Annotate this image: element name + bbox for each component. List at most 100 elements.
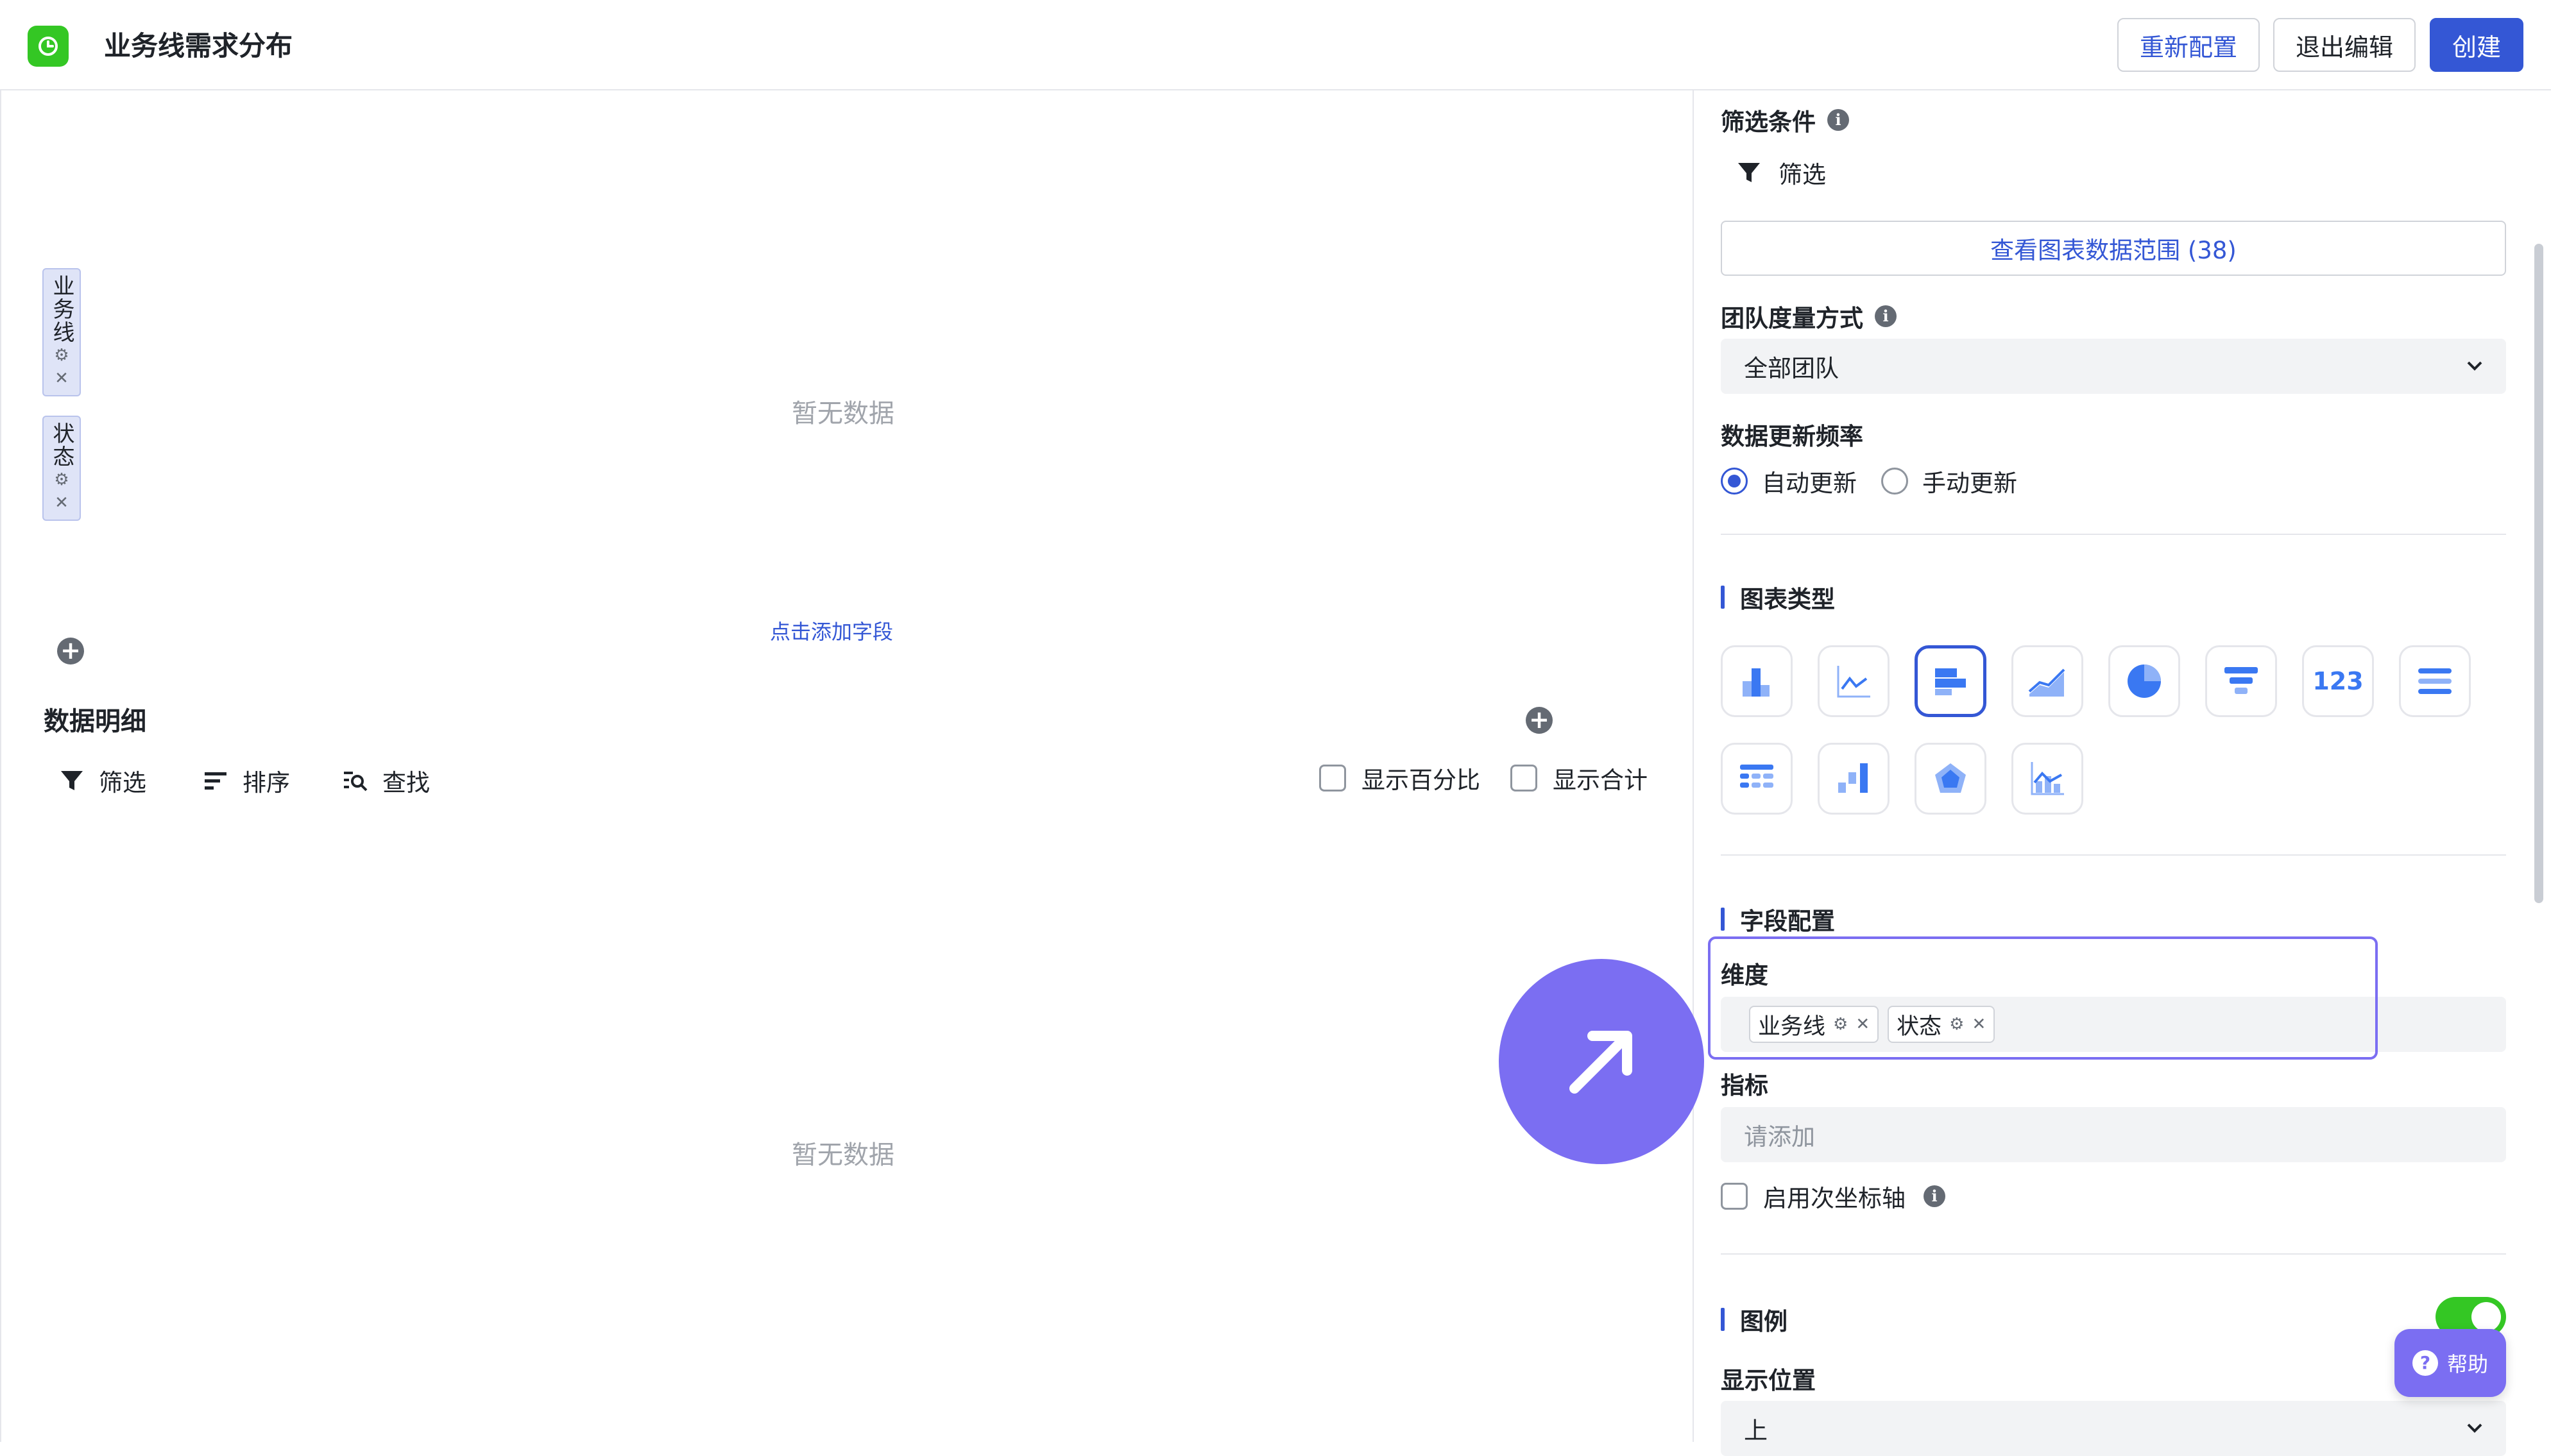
- combo-chart-icon[interactable]: [2011, 743, 2083, 815]
- secondary-axis-label: 启用次坐标轴: [1763, 1185, 1906, 1212]
- manual-update-label: 手动更新: [1922, 470, 2017, 497]
- create-button[interactable]: 创建: [2430, 18, 2523, 72]
- horizontal-bar-chart-icon[interactable]: [1915, 645, 1986, 717]
- team-metric-select[interactable]: 全部团队: [1721, 339, 2506, 394]
- show-total-label: 显示合计: [1553, 766, 1648, 794]
- section-marker: [1721, 908, 1725, 931]
- manual-update-radio[interactable]: 手动更新: [1881, 464, 2017, 498]
- tag-label: 业务线: [1758, 1013, 1826, 1040]
- team-metric-label: 团队度量方式 i: [1721, 299, 1897, 334]
- add-row-field-icon[interactable]: +: [57, 638, 84, 665]
- team-metric-value: 全部团队: [1744, 355, 1839, 382]
- top-bar: 业务线需求分布 重新配置 退出编辑 创建: [0, 0, 2551, 90]
- empty-detail-text: 暂无数据: [792, 1140, 894, 1170]
- funnel-chart-icon[interactable]: [2205, 645, 2277, 717]
- section-marker: [1721, 1308, 1725, 1331]
- filter-icon: [1738, 163, 1760, 182]
- divider: [1721, 854, 2506, 856]
- checkbox-box[interactable]: [1510, 765, 1537, 791]
- panel-scrollbar[interactable]: [2534, 244, 2543, 903]
- legend-position-value: 上: [1744, 1417, 1768, 1444]
- chart-type-section-title: 图表类型: [1721, 580, 1835, 614]
- gear-icon[interactable]: ⚙: [54, 344, 69, 367]
- info-icon[interactable]: i: [1827, 109, 1849, 131]
- chevron-down-icon: [2467, 361, 2482, 371]
- close-icon[interactable]: ✕: [1972, 1015, 1986, 1034]
- close-icon[interactable]: ✕: [1856, 1015, 1870, 1034]
- exit-edit-button[interactable]: 退出编辑: [2273, 18, 2416, 72]
- chart-type-label: 图表类型: [1740, 586, 1835, 613]
- question-icon: ?: [2412, 1350, 2438, 1376]
- find-label: 查找: [382, 769, 430, 797]
- chip-label: 业务线: [49, 275, 74, 344]
- dimension-chip-business-line[interactable]: 业务线 ⚙ ✕: [42, 268, 81, 396]
- checkbox-box[interactable]: [1721, 1183, 1748, 1210]
- section-marker: [1721, 586, 1725, 609]
- field-config-label: 字段配置: [1740, 908, 1835, 935]
- filter-icon: [61, 771, 83, 790]
- dimension-chip-status[interactable]: 状态 ⚙ ✕: [42, 416, 81, 521]
- pointer-arrow-icon: [1499, 959, 1704, 1164]
- data-detail-title: 数据明细: [44, 707, 146, 736]
- add-field-link[interactable]: 点击添加字段: [770, 616, 893, 645]
- field-config-section-title: 字段配置: [1721, 902, 1835, 936]
- show-percent-label: 显示百分比: [1361, 766, 1480, 794]
- find-icon: [344, 772, 368, 791]
- pie-chart-icon[interactable]: [2108, 645, 2180, 717]
- gear-icon[interactable]: ⚙: [1833, 1015, 1848, 1034]
- metric-input[interactable]: 请添加: [1721, 1107, 2506, 1162]
- checkbox-box[interactable]: [1319, 765, 1346, 791]
- show-percent-checkbox[interactable]: 显示百分比: [1319, 761, 1480, 795]
- panel-filter-button[interactable]: 筛选: [1736, 155, 1826, 190]
- detail-sort-button[interactable]: 排序: [203, 763, 290, 798]
- divider: [1721, 1253, 2506, 1255]
- update-frequency-label: 数据更新频率: [1721, 423, 1863, 450]
- legend-position-select[interactable]: 上: [1721, 1401, 2506, 1456]
- gear-icon[interactable]: ⚙: [1949, 1015, 1964, 1034]
- number-card-icon[interactable]: 123: [2302, 645, 2374, 717]
- show-total-checkbox[interactable]: 显示合计: [1510, 761, 1648, 795]
- radio-dot[interactable]: [1721, 468, 1748, 495]
- sort-label: 排序: [243, 769, 290, 797]
- metric-label: 指标: [1721, 1072, 1768, 1099]
- view-chart-data-range-button[interactable]: 查看图表数据范围 (38): [1721, 221, 2506, 276]
- chevron-down-icon: [2467, 1423, 2482, 1433]
- line-chart-icon[interactable]: [1818, 645, 1890, 717]
- dimension-field[interactable]: 业务线 ⚙ ✕ 状态 ⚙ ✕: [1721, 997, 2506, 1052]
- page-title: 业务线需求分布: [104, 30, 293, 62]
- reconfigure-button[interactable]: 重新配置: [2117, 18, 2260, 72]
- help-button[interactable]: ? 帮助: [2394, 1329, 2506, 1397]
- waterfall-chart-icon[interactable]: [1818, 743, 1890, 815]
- dimension-tag-status[interactable]: 状态 ⚙ ✕: [1888, 1006, 1995, 1043]
- table-chart-icon[interactable]: [1721, 743, 1793, 815]
- info-icon[interactable]: i: [1924, 1185, 1945, 1207]
- tag-label: 状态: [1897, 1013, 1942, 1040]
- add-column-field-icon[interactable]: +: [1526, 707, 1553, 734]
- secondary-axis-checkbox[interactable]: 启用次坐标轴 i: [1721, 1179, 1945, 1214]
- filter-conditions-text: 筛选条件: [1721, 108, 1816, 136]
- list-chart-icon[interactable]: [2399, 645, 2471, 717]
- divider: [1721, 534, 2506, 535]
- bar-chart-icon[interactable]: [1721, 645, 1793, 717]
- filter-conditions-label: 筛选条件 i: [1721, 103, 1849, 137]
- app-logo-icon: [28, 26, 69, 67]
- position-label: 显示位置: [1721, 1367, 1816, 1394]
- auto-update-radio[interactable]: 自动更新: [1721, 464, 1857, 498]
- toggle-knob: [2471, 1302, 2501, 1332]
- auto-update-label: 自动更新: [1762, 470, 1857, 497]
- detail-find-button[interactable]: 查找: [343, 763, 430, 798]
- close-icon[interactable]: ✕: [55, 491, 69, 514]
- filter-label: 筛选: [99, 769, 146, 797]
- area-chart-icon[interactable]: [2011, 645, 2083, 717]
- detail-filter-button[interactable]: 筛选: [59, 763, 146, 798]
- chip-label: 状态: [49, 422, 74, 468]
- close-icon[interactable]: ✕: [55, 367, 69, 390]
- radar-chart-icon[interactable]: [1915, 743, 1986, 815]
- radio-dot[interactable]: [1881, 468, 1908, 495]
- info-icon[interactable]: i: [1875, 305, 1897, 327]
- gear-icon[interactable]: ⚙: [54, 468, 69, 491]
- dimension-tag-business-line[interactable]: 业务线 ⚙ ✕: [1749, 1006, 1879, 1043]
- help-label: 帮助: [2446, 1352, 2488, 1376]
- legend-section-title: 图例: [1721, 1302, 1787, 1337]
- team-metric-text: 团队度量方式: [1721, 305, 1863, 332]
